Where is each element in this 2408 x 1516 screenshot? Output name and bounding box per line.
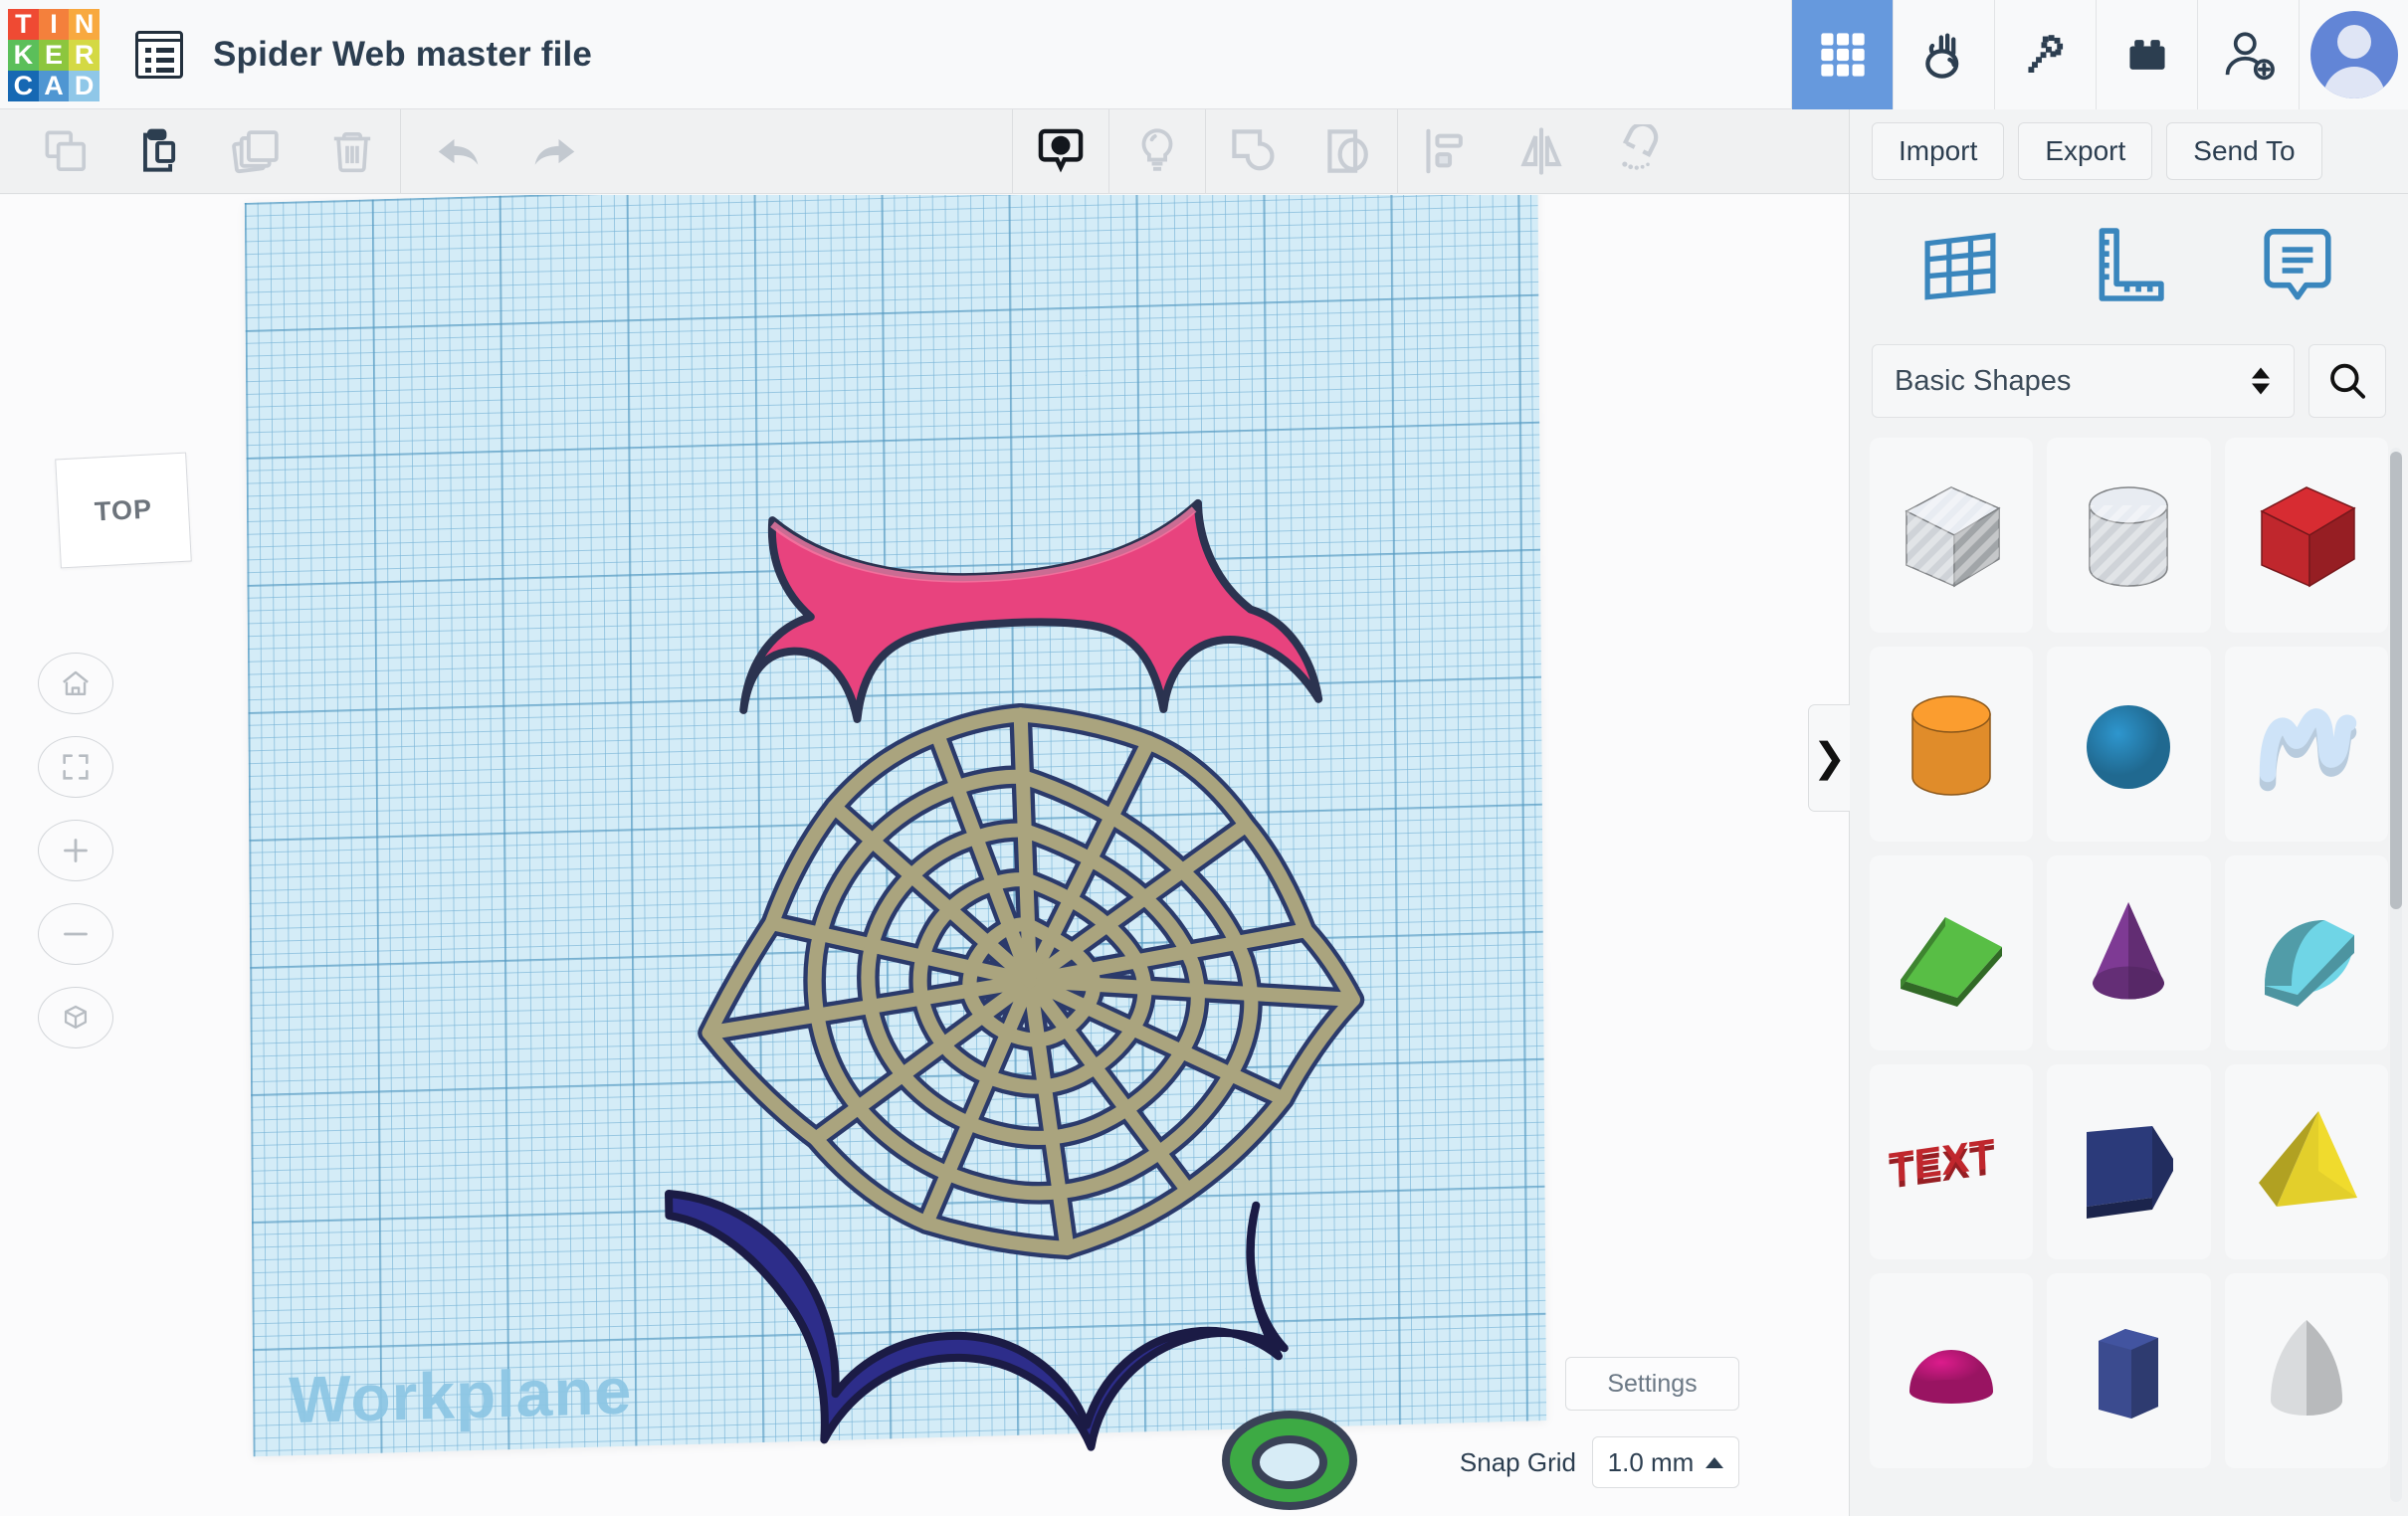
undo-icon[interactable] — [411, 109, 506, 194]
shape-text-red[interactable]: TEXT TEXT — [1870, 1064, 2033, 1259]
align-icon[interactable] — [1398, 109, 1494, 194]
snap-grid-control: Snap Grid 1.0 mm — [1460, 1436, 1739, 1488]
magnet-icon[interactable] — [1589, 109, 1685, 194]
shape-tooltip-icon[interactable] — [1013, 109, 1108, 194]
shape-halfcylinder-teal[interactable] — [2225, 855, 2388, 1050]
zoom-out-icon[interactable] — [38, 903, 113, 965]
logo-tile: T — [8, 9, 39, 40]
shapes-grid: TEXT TEXT — [1850, 438, 2408, 1516]
chevron-updown-icon — [2252, 368, 2270, 395]
logo-tile: N — [69, 9, 100, 40]
page-title[interactable]: Spider Web master file — [213, 35, 592, 75]
ungroup-icon[interactable] — [1302, 109, 1397, 194]
grid-view-icon[interactable] — [1791, 0, 1893, 109]
home-view-icon[interactable] — [38, 653, 113, 714]
top-right-nav — [1791, 0, 2408, 109]
zoom-in-icon[interactable] — [38, 820, 113, 881]
logo-tile: C — [8, 71, 39, 101]
logo-tile: I — [39, 9, 70, 40]
shape-box-hole[interactable] — [1870, 438, 2033, 633]
copy-icon[interactable] — [18, 109, 113, 194]
shape-sphere-blue[interactable] — [2047, 647, 2210, 842]
workplane-tool-icon[interactable] — [1901, 209, 2020, 318]
pickaxe-icon[interactable] — [1994, 0, 2096, 109]
ruler-tool-icon[interactable] — [2069, 209, 2188, 318]
import-button[interactable]: Import — [1872, 122, 2004, 180]
shape-library-select[interactable]: Basic Shapes — [1872, 344, 2295, 418]
shape-cone-purple[interactable] — [2047, 855, 2210, 1050]
shape-hexprism-blue[interactable] — [2047, 1273, 2210, 1468]
avatar[interactable] — [2299, 0, 2408, 109]
logo-tile: K — [8, 40, 39, 71]
top-bar: TINKERCAD Spider Web master file — [0, 0, 2408, 109]
shapes-panel: ❯ Import Export Send To — [1849, 109, 2408, 1516]
search-shapes-button[interactable] — [2308, 344, 2386, 418]
shape-cylinder-orange[interactable] — [1870, 647, 2033, 842]
brick-icon[interactable] — [2096, 0, 2197, 109]
export-button[interactable]: Export — [2018, 122, 2152, 180]
snap-grid-label: Snap Grid — [1460, 1447, 1576, 1478]
edit-toolbar — [0, 109, 1849, 194]
scene-objects — [0, 195, 1849, 1516]
perspective-toggle-icon[interactable] — [38, 987, 113, 1048]
shape-library-value: Basic Shapes — [1895, 365, 2071, 398]
shape-library-controls: Basic Shapes — [1850, 333, 2408, 429]
shape-paraboloid-white[interactable] — [2225, 1273, 2388, 1468]
logo-tile: R — [69, 40, 100, 71]
chevron-up-icon — [1706, 1457, 1723, 1468]
panel-collapse-toggle[interactable]: ❯ — [1808, 704, 1850, 812]
fit-to-view-icon[interactable] — [38, 736, 113, 798]
tinkercad-app: TINKERCAD Spider Web master file — [0, 0, 2408, 1516]
snap-grid-value: 1.0 mm — [1608, 1447, 1695, 1478]
redo-icon[interactable] — [506, 109, 602, 194]
shape-halfsphere-magenta[interactable] — [1870, 1273, 2033, 1468]
web-arc-navy[interactable] — [669, 1183, 1286, 1454]
settings-button[interactable]: Settings — [1565, 1357, 1739, 1411]
tinkercad-logo[interactable]: TINKERCAD — [8, 9, 100, 100]
web-arc-pink[interactable] — [738, 500, 1318, 722]
lightbulb-icon[interactable] — [1109, 109, 1205, 194]
spider-web-tan[interactable] — [699, 703, 1361, 1260]
shape-scribble[interactable] — [2225, 647, 2388, 842]
torus-green[interactable] — [1226, 1415, 1353, 1506]
shape-polygon-blue[interactable] — [2047, 1064, 2210, 1259]
send-to-button[interactable]: Send To — [2166, 122, 2321, 180]
view-cube-label: TOP — [94, 493, 153, 527]
view-cube[interactable]: TOP — [55, 453, 192, 569]
snap-grid-select[interactable]: 1.0 mm — [1592, 1436, 1739, 1488]
panel-actions: Import Export Send To — [1850, 109, 2408, 194]
note-tool-icon[interactable] — [2238, 209, 2357, 318]
codeblocks-icon[interactable] — [1893, 0, 1994, 109]
logo-tile: A — [39, 71, 70, 101]
shape-cylinder-hole[interactable] — [2047, 438, 2210, 633]
panel-tools — [1850, 194, 2408, 333]
shape-pyramid-yellow[interactable] — [2225, 1064, 2388, 1259]
logo-tile: E — [39, 40, 70, 71]
design-list-icon[interactable] — [135, 31, 183, 79]
duplicate-icon[interactable] — [209, 109, 304, 194]
shape-roof-green[interactable] — [1870, 855, 2033, 1050]
delete-icon[interactable] — [304, 109, 400, 194]
add-person-icon[interactable] — [2197, 0, 2299, 109]
group-icon[interactable] — [1206, 109, 1302, 194]
paste-icon[interactable] — [113, 109, 209, 194]
view-navigation — [38, 653, 113, 1048]
logo-tile: D — [69, 71, 100, 101]
settings-label: Settings — [1607, 1370, 1697, 1399]
shape-box-red[interactable] — [2225, 438, 2388, 633]
design-canvas[interactable]: Workplane — [0, 195, 1849, 1516]
mirror-icon[interactable] — [1494, 109, 1589, 194]
